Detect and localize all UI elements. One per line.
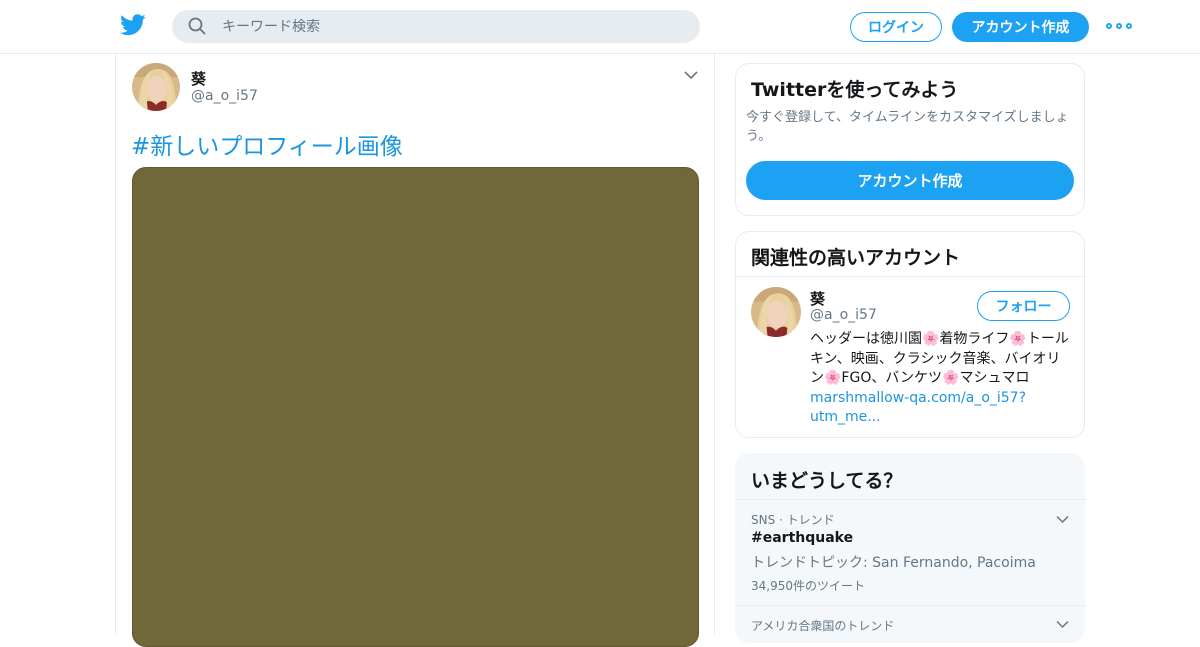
tweet-media-image[interactable] <box>132 167 699 647</box>
search-bar[interactable] <box>172 10 700 43</box>
related-account-handle[interactable]: @a_o_i57 <box>810 307 877 323</box>
search-input[interactable] <box>222 10 682 43</box>
trends-card: いまどうしてる？ SNS · トレンド #earthquake トレンドトピック… <box>735 453 1086 643</box>
trend-context: アメリカ合衆国のトレンド <box>751 619 895 633</box>
more-dots-icon[interactable] <box>1106 20 1132 32</box>
divider <box>736 605 1086 606</box>
related-account-bio: ヘッダーは徳川園🌸着物ライフ🌸トールキン、映画、クラシック音楽、バイオリン🌸FG… <box>810 330 1072 428</box>
bio-text: ヘッダーは徳川園🌸着物ライフ🌸トールキン、映画、クラシック音楽、バイオリン🌸FG… <box>810 331 1069 386</box>
avatar[interactable] <box>132 63 180 111</box>
tweet-author-handle[interactable]: @a_o_i57 <box>191 88 258 104</box>
follow-button[interactable]: フォロー <box>977 291 1070 321</box>
related-accounts-title: 関連性の高いアカウント <box>751 247 961 269</box>
signup-card-description: 今すぐ登録して、タイムラインをカスタマイズしましょう。 <box>746 110 1069 144</box>
tweet-hashtag-link[interactable]: #新しいプロフィール画像 <box>131 127 403 161</box>
tweet-panel: 葵 @a_o_i57 #新しいプロフィール画像 <box>115 54 715 647</box>
related-account-name[interactable]: 葵 <box>810 288 825 309</box>
chevron-down-icon[interactable] <box>1056 515 1069 524</box>
avatar[interactable] <box>751 287 801 337</box>
trend-name[interactable]: #earthquake <box>751 530 853 546</box>
signup-card: Twitterを使ってみよう 今すぐ登録して、タイムラインをカスタマイズしましょ… <box>735 63 1085 216</box>
twitter-bird-icon[interactable] <box>120 14 146 36</box>
signup-card-title: Twitterを使ってみよう <box>751 79 959 101</box>
trend-description: トレンドトピック: San Fernando, Pacoima <box>751 555 1036 571</box>
top-navigation-bar: ログイン アカウント作成 <box>0 0 1200 54</box>
trend-tweet-count: 34,950件のツイート <box>751 579 865 593</box>
trend-context: SNS · トレンド <box>751 513 835 527</box>
search-icon <box>188 17 206 35</box>
tweet-author-name[interactable]: 葵 <box>191 68 206 89</box>
signup-button[interactable]: アカウント作成 <box>952 12 1089 42</box>
chevron-down-icon[interactable] <box>684 70 698 80</box>
trends-title: いまどうしてる？ <box>751 470 903 492</box>
signup-card-button[interactable]: アカウント作成 <box>746 161 1074 200</box>
divider <box>736 276 1084 277</box>
divider <box>736 499 1086 500</box>
login-button[interactable]: ログイン <box>850 12 942 42</box>
related-accounts-card: 関連性の高いアカウント 葵 @a_o_i57 フォロー ヘッダーは徳川園🌸着物ラ… <box>735 231 1085 438</box>
chevron-down-icon[interactable] <box>1056 620 1069 629</box>
bio-link[interactable]: marshmallow-qa.com/a_o_i57?utm_me... <box>810 390 1026 426</box>
